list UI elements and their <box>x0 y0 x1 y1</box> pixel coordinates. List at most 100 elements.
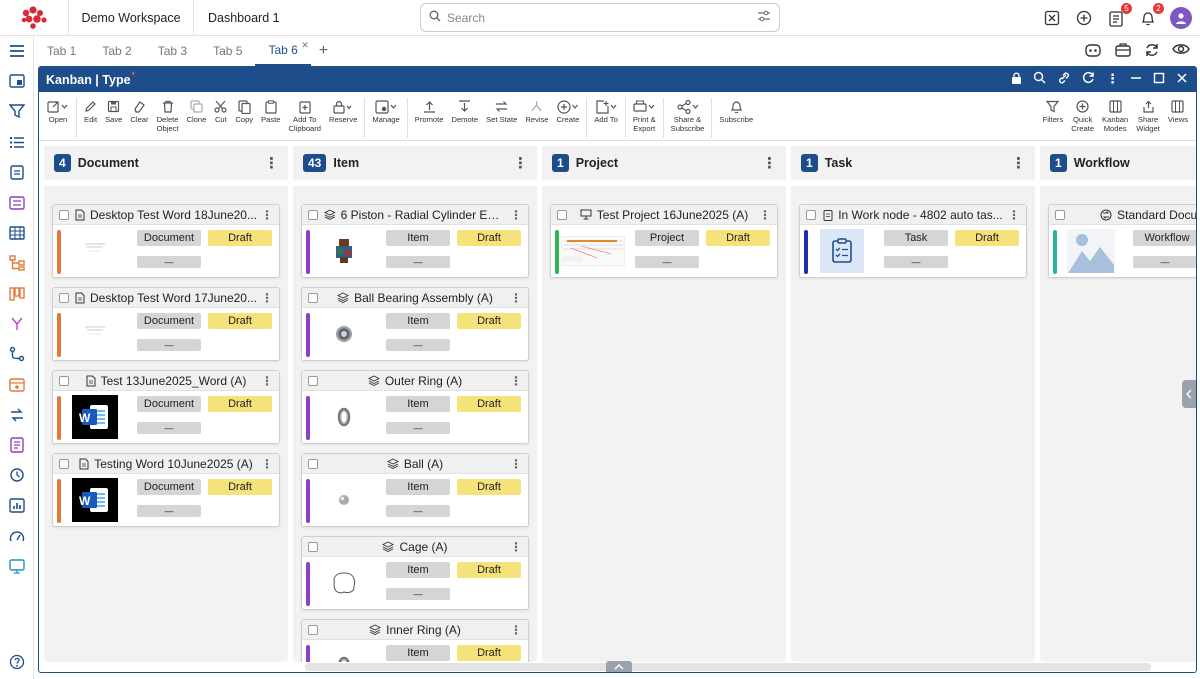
eye-visibility-icon[interactable] <box>1172 42 1190 61</box>
subscribe-button[interactable]: Subscribe <box>715 98 757 125</box>
create-button[interactable]: Create <box>553 98 584 125</box>
card-checkbox[interactable] <box>308 292 318 303</box>
card-menu-icon[interactable]: ⋮ <box>261 291 273 305</box>
history-icon[interactable] <box>0 460 34 490</box>
search-filter-icon[interactable] <box>757 10 771 25</box>
card-menu-icon[interactable]: ⋮ <box>261 374 273 388</box>
form-view-icon[interactable] <box>0 187 34 217</box>
print-export-button[interactable]: Print & Export <box>629 98 660 133</box>
card-title[interactable]: Ball (A) <box>324 457 506 471</box>
kanban-card[interactable]: Desktop Test Word 17June20... ⋮ Document Dr… <box>52 287 280 361</box>
user-avatar[interactable] <box>1170 7 1192 29</box>
reserve-button[interactable]: Reserve <box>325 98 361 125</box>
card-title[interactable]: Ball Bearing Assembly (A) <box>324 291 506 305</box>
close-tab-icon[interactable]: ✕ <box>301 40 309 51</box>
kanban-card[interactable]: Ball Bearing Assembly (A) ⋮ Item Draft — <box>301 287 529 361</box>
help-icon[interactable] <box>0 647 34 677</box>
card-checkbox[interactable] <box>59 458 69 469</box>
search-input[interactable]: Search <box>447 11 757 25</box>
card-title[interactable]: Outer Ring (A) <box>324 374 506 388</box>
link-icon[interactable] <box>1057 71 1071 87</box>
column-menu-icon[interactable]: ⋮ <box>264 154 279 172</box>
card-menu-icon[interactable]: ⋮ <box>510 623 522 637</box>
notifications-bell-icon[interactable]: 2 <box>1138 3 1164 28</box>
share-subscribe-button[interactable]: Share & Subscribe <box>667 98 709 133</box>
card-checkbox[interactable] <box>806 209 816 220</box>
workspace-selector[interactable]: Demo Workspace <box>69 0 194 36</box>
kanban-card[interactable]: Test Project 16June2025 (A) ⋮ Project Draft… <box>550 204 778 278</box>
card-menu-icon[interactable]: ⋮ <box>261 457 273 471</box>
card-menu-icon[interactable]: ⋮ <box>510 540 522 554</box>
card-title[interactable]: Cage (A) <box>324 540 506 554</box>
edit-button[interactable]: Edit <box>80 98 101 125</box>
clear-button[interactable]: Clear <box>126 98 152 125</box>
share-widget-button[interactable]: Share Widget <box>1132 98 1164 133</box>
card-title[interactable]: Test 13June2025_Word (A) <box>75 374 257 388</box>
card-checkbox[interactable] <box>308 624 318 635</box>
widget-more-icon[interactable]: ⋮ <box>1106 71 1119 87</box>
clipboard-icon[interactable] <box>0 157 34 187</box>
maximize-icon[interactable] <box>1153 72 1165 87</box>
open-button[interactable]: Open <box>39 98 73 125</box>
monitor-settings-icon[interactable] <box>0 551 34 581</box>
card-title[interactable]: Desktop Test Word 18June20... <box>75 208 257 222</box>
set-state-button[interactable]: Set State <box>482 98 521 125</box>
kanban-card[interactable]: Inner Ring (A)⋮ItemDraft— <box>301 619 529 662</box>
card-menu-icon[interactable]: ⋮ <box>759 208 771 222</box>
card-title[interactable]: Standard Document <box>1071 208 1196 222</box>
tab-6[interactable]: Tab 6 ✕ <box>255 36 311 66</box>
card-checkbox[interactable] <box>308 541 318 552</box>
add-tab-icon[interactable]: + <box>311 36 336 66</box>
hamburger-menu-icon[interactable] <box>0 36 34 66</box>
card-menu-icon[interactable]: ⋮ <box>1008 208 1020 222</box>
promote-button[interactable]: Promote <box>411 98 448 125</box>
card-checkbox[interactable] <box>59 375 69 386</box>
card-checkbox[interactable] <box>557 209 567 220</box>
demote-button[interactable]: Demote <box>447 98 482 125</box>
quick-create-button[interactable]: Quick Create <box>1067 98 1098 133</box>
minimize-icon[interactable] <box>1130 72 1142 87</box>
horizontal-scrollbar[interactable] <box>305 663 1151 671</box>
kanban-card[interactable]: Ball (A) ⋮ Item Draft — <box>301 453 529 527</box>
assistant-bot-icon[interactable] <box>1084 42 1102 61</box>
analytics-chart-icon[interactable] <box>0 490 34 520</box>
list-view-icon[interactable] <box>0 127 34 157</box>
save-button[interactable]: Save <box>101 98 126 125</box>
card-title[interactable]: Desktop Test Word 17June20... <box>75 291 257 305</box>
card-title[interactable]: Inner Ring (A) <box>324 623 506 637</box>
kanban-card[interactable]: Standard Document⋮ Workflow — <box>1048 204 1196 278</box>
manage-button[interactable]: Manage <box>368 98 403 125</box>
tasks-list-icon[interactable]: 5 <box>1106 3 1132 28</box>
kanban-card[interactable]: In Work node - 4802 auto tas... ⋮ Task Draf… <box>799 204 1027 278</box>
tab-1[interactable]: Tab 1 <box>34 36 89 66</box>
card-checkbox[interactable] <box>308 375 318 386</box>
briefcase-icon[interactable] <box>1114 42 1132 61</box>
card-checkbox[interactable] <box>59 209 69 220</box>
kanban-card[interactable]: Testing Word 10June2025 (A) ⋮ W Document Dra… <box>52 453 280 527</box>
add-to-button[interactable]: Add To <box>590 98 622 125</box>
table-grid-icon[interactable] <box>0 218 34 248</box>
kanban-card[interactable]: Desktop Test Word 18June20... ⋮ Document Dr… <box>52 204 280 278</box>
kanban-card[interactable]: Test 13June2025_Word (A) ⋮ W Document Draft — <box>52 370 280 444</box>
structure-tree-icon[interactable] <box>0 248 34 278</box>
card-menu-icon[interactable]: ⋮ <box>510 457 522 471</box>
dashboard-gauge-icon[interactable] <box>0 521 34 551</box>
close-widget-icon[interactable] <box>1176 72 1188 87</box>
widget-refresh-icon[interactable] <box>1082 71 1095 87</box>
paste-button[interactable]: Paste <box>257 98 284 125</box>
dashboard-selector[interactable]: Dashboard 1 <box>194 11 420 25</box>
delete-object-button[interactable]: Delete Object <box>153 98 183 133</box>
copy-button[interactable]: Copy <box>231 98 257 125</box>
add-to-clipboard-button[interactable]: Add To Clipboard <box>285 98 326 133</box>
clone-button[interactable]: Clone <box>183 98 211 125</box>
widget-window-icon[interactable] <box>0 66 34 96</box>
kanban-card[interactable]: 6 Piston - Radial Cylinder Eng... ⋮ Item Dr… <box>301 204 529 278</box>
workflow-nodes-icon[interactable] <box>0 339 34 369</box>
tab-3[interactable]: Tab 3 <box>145 36 200 66</box>
column-menu-icon[interactable]: ⋮ <box>513 154 528 172</box>
card-checkbox[interactable] <box>1055 209 1065 220</box>
card-title[interactable]: In Work node - 4802 auto tas... <box>822 208 1004 222</box>
card-menu-icon[interactable]: ⋮ <box>261 208 273 222</box>
card-checkbox[interactable] <box>308 458 318 469</box>
revise-button[interactable]: Revise <box>521 98 552 125</box>
